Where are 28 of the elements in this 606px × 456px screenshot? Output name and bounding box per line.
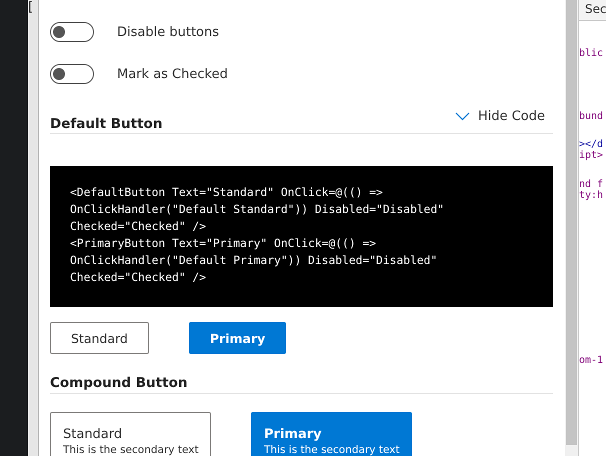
- toggle-label: Mark as Checked: [117, 66, 228, 82]
- compound-button[interactable]: Standard This is the secondary text: [50, 412, 211, 456]
- devtools-tab[interactable]: Sec: [579, 0, 606, 21]
- devtools-code-text: nd f: [579, 179, 604, 190]
- scrollbar-thumb[interactable]: [566, 0, 577, 445]
- chevron-icon: [454, 112, 470, 121]
- primary-button[interactable]: Primary: [188, 322, 286, 354]
- standard-button[interactable]: Standard: [50, 322, 149, 354]
- bracket-text: [: [28, 0, 34, 15]
- toggle-label: Disable buttons: [117, 24, 220, 40]
- devtools-code-text: blic: [579, 48, 604, 59]
- toggle-switch[interactable]: [50, 64, 94, 84]
- code-line: Checked="Checked" />: [70, 219, 208, 235]
- code-line: OnClickHandler("Default Primary")) Disabled="Disabled": [70, 253, 438, 269]
- code-line: Checked="Checked" />: [70, 270, 208, 286]
- code-line: OnClickHandler("Default Standard")) Disabled="Disabled": [70, 202, 446, 218]
- devtools-code-text: ipt>: [579, 150, 604, 161]
- devtools-code-text: ty:h: [579, 190, 604, 201]
- hide-code-button[interactable]: Hide Code: [454, 109, 553, 132]
- code-line: <PrimaryButton Text="Primary" OnClick=@(() =>: [70, 236, 378, 252]
- compound-button[interactable]: Primary This is the secondary text: [251, 412, 412, 456]
- section-heading: Compound Button: [50, 375, 188, 391]
- devtools-code-text: ></d: [579, 139, 604, 150]
- toggle-switch[interactable]: [50, 22, 94, 42]
- code-line: <DefaultButton Text="Standard" OnClick=@(() =>: [70, 185, 384, 201]
- section-heading: Default Button: [50, 116, 162, 132]
- devtools-code-text: om-1: [579, 355, 604, 366]
- devtools-code-text: bund: [579, 111, 604, 122]
